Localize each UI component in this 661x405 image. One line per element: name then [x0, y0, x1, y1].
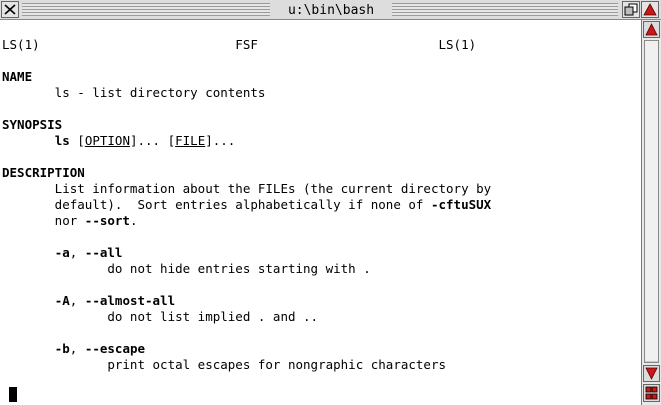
- terminal-line: List information about the FILEs (the cu…: [2, 181, 492, 197]
- terminal-text: [: [69, 133, 85, 148]
- terminal-line: nor --sort.: [2, 213, 138, 229]
- terminal-text: --sort: [84, 213, 130, 228]
- terminal-text: -cftuSUX: [430, 197, 492, 212]
- terminal-line: DESCRIPTION: [2, 165, 85, 181]
- close-button[interactable]: [1, 1, 19, 18]
- toggle-size-button[interactable]: [641, 1, 659, 18]
- toggle-size-icon: [643, 3, 657, 16]
- scroll-up-icon: [645, 23, 658, 36]
- terminal-line: ls - list directory contents: [2, 85, 266, 101]
- back-icon: [624, 3, 638, 16]
- terminal-window: u:\bin\bash LS(1) FSF LS(1) NAME ls - lis…: [0, 0, 661, 405]
- terminal-text: do not hide entries starting with .: [2, 261, 371, 276]
- terminal-line: print octal escapes for nongraphic chara…: [2, 357, 446, 373]
- terminal-line: LS(1) FSF LS(1): [2, 37, 476, 53]
- terminal-text: SYNOPSIS: [2, 117, 63, 132]
- terminal-line: -a, --all: [2, 245, 123, 261]
- text-cursor: [9, 387, 17, 402]
- scroll-up-button[interactable]: [643, 21, 660, 38]
- terminal-line: SYNOPSIS: [2, 117, 62, 133]
- terminal-text: --escape: [84, 341, 146, 356]
- scroll-down-button[interactable]: [643, 365, 660, 382]
- terminal-text: ]... [: [129, 133, 176, 148]
- terminal-text: ls - list directory contents: [2, 85, 266, 100]
- terminal-line: default). Sort entries alphabetically if…: [2, 197, 492, 213]
- terminal-text: .: [129, 213, 138, 228]
- terminal-text: default). Sort entries alphabetically if…: [2, 197, 431, 212]
- back-button[interactable]: [622, 1, 640, 18]
- terminal-text: -b: [54, 341, 70, 356]
- terminal-line: do not list implied . and ..: [2, 309, 318, 325]
- terminal-text: NAME: [2, 69, 33, 84]
- terminal-text: FILE: [175, 133, 206, 148]
- resize-icon: [645, 386, 658, 400]
- terminal-text: -A: [54, 293, 70, 308]
- terminal-text: ,: [69, 341, 85, 356]
- terminal-text: -a: [54, 245, 70, 260]
- terminal-text: ls: [54, 133, 70, 148]
- terminal-output[interactable]: LS(1) FSF LS(1) NAME ls - list directory …: [0, 21, 641, 405]
- terminal-text: nor: [2, 213, 85, 228]
- title-stripes-right: [392, 3, 618, 16]
- terminal-text: ,: [69, 293, 85, 308]
- terminal-text: ,: [69, 245, 85, 260]
- title-stripes-left: [22, 3, 270, 16]
- scroll-thumb[interactable]: [645, 41, 658, 361]
- terminal-text: LS(1) FSF LS(1): [2, 37, 477, 52]
- title-bar[interactable]: u:\bin\bash: [0, 0, 661, 20]
- terminal-text: do not list implied . and ..: [2, 309, 319, 324]
- scroll-down-icon: [645, 367, 658, 380]
- terminal-text: List information about the FILEs (the cu…: [2, 181, 492, 196]
- terminal-text: OPTION: [84, 133, 130, 148]
- window-title: u:\bin\bash: [270, 1, 392, 19]
- terminal-text: print octal escapes for nongraphic chara…: [2, 357, 447, 372]
- vertical-scrollbar[interactable]: [641, 20, 661, 405]
- terminal-line: -b, --escape: [2, 341, 145, 357]
- terminal-line: NAME: [2, 69, 32, 85]
- terminal-line: do not hide entries starting with .: [2, 261, 371, 277]
- close-icon: [4, 4, 16, 15]
- terminal-text: --all: [84, 245, 123, 260]
- terminal-line: ls [OPTION]... [FILE]...: [2, 133, 236, 149]
- terminal-text: --almost-all: [84, 293, 176, 308]
- resize-button[interactable]: [643, 384, 660, 402]
- terminal-line: -A, --almost-all: [2, 293, 175, 309]
- terminal-text: DESCRIPTION: [2, 165, 85, 180]
- terminal-text: ]...: [205, 133, 236, 148]
